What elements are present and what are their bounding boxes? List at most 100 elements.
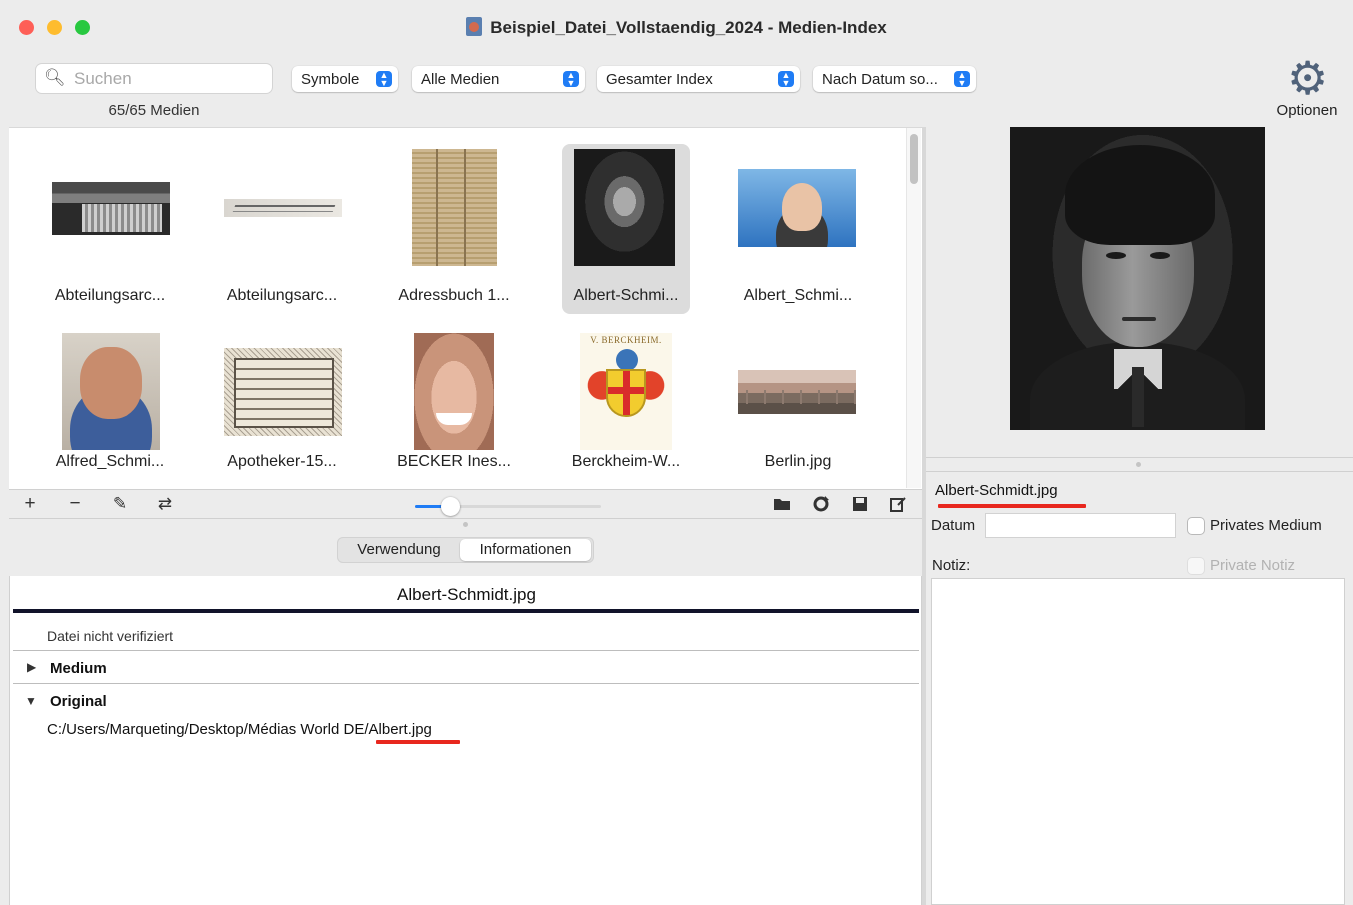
chevron-updown-icon: ▲ ▼ [954,71,970,88]
highlight-underline [376,740,460,744]
crest-shield [606,369,646,417]
save-icon [853,497,867,511]
media-item[interactable]: BECKER Ines... [390,328,518,498]
split-handle[interactable] [463,522,468,527]
city-photo-thumbnail [738,370,856,414]
media-count: 65/65 Medien [108,102,200,119]
thumbnail-size-slider-knob[interactable] [441,497,460,516]
divider [13,650,919,651]
sort-order-label: Nach Datum so... [822,71,938,88]
preview-eye [1150,252,1170,259]
search-field[interactable]: 🔍︎ [36,64,272,93]
media-item-label: Adressbuch 1... [398,287,510,304]
preview-splitter[interactable] [926,457,1353,472]
refresh-button[interactable] [811,494,831,514]
section-medium-title[interactable]: Medium [50,660,107,677]
verification-status: Datei nicht verifiziert [47,628,174,644]
index-scope-popup[interactable]: Gesamter Index ▲ ▼ [597,66,800,92]
options-button[interactable]: ⚙ Optionen [1267,54,1347,120]
media-item[interactable]: Berlin.jpg [734,328,862,498]
photo-thumbnail [738,169,856,247]
preview-tie [1132,367,1144,427]
chevron-updown-icon: ▲ ▼ [563,71,579,88]
gear-icon: ⚙ [1287,52,1329,104]
tab-information[interactable]: Informationen [460,539,591,561]
private-media-label: Privates Medium [1210,517,1322,534]
media-item-label: Apotheker-15... [227,453,337,470]
media-item[interactable]: Apotheker-15... [218,328,346,498]
original-path-prefix: C:/Users/Marqueting/Desktop/Médias World… [47,721,369,738]
open-folder-button[interactable] [772,494,792,514]
divider [13,683,919,684]
split-handle[interactable] [1136,462,1141,467]
export-button[interactable] [888,494,908,514]
preview-hair [1065,145,1215,245]
media-item-label: Abteilungsarc... [226,287,338,304]
media-item-label: Albert-Schmi... [573,287,679,304]
merge-media-button[interactable]: ⇄ [155,494,175,514]
options-label: Optionen [1276,102,1338,119]
search-input[interactable] [74,68,264,89]
private-note-label: Private Notiz [1210,557,1296,574]
chevron-updown-icon: ▲ ▼ [778,71,794,88]
engraving-thumbnail [224,348,342,436]
document-icon [466,17,483,36]
remove-media-button[interactable]: − [65,494,85,514]
view-mode-popup[interactable]: Symbole ▲ ▼ [292,66,398,92]
ledger-page-thumbnail [412,149,497,266]
disclosure-collapsed-icon[interactable]: ▶ [27,660,36,674]
media-item[interactable]: Abteilungsarc... [46,144,174,314]
media-item[interactable]: Abteilungsarc... [218,144,346,314]
date-label: Datum [931,517,976,534]
folder-icon [774,499,790,510]
media-item[interactable]: Alfred_Schmi... [46,328,174,498]
portrait-thumbnail [574,149,675,266]
export-icon [890,497,906,512]
chevron-updown-icon: ▲ ▼ [376,71,392,88]
media-item-label: Berlin.jpg [764,453,832,470]
image-preview [926,127,1353,457]
media-index-window: Beispiel_Datei_Vollstaendig_2024 - Medie… [0,0,1353,905]
portrait-preview-image [1010,127,1265,430]
info-tabs: Verwendung Informationen [337,537,594,563]
media-item[interactable]: Albert_Schmi... [734,144,862,314]
document-scan-thumbnail [52,182,170,235]
highlight-underline [938,504,1086,508]
media-item-label: Berckheim-W... [571,453,681,470]
section-original-title[interactable]: Original [50,693,107,710]
grid-scrollbar[interactable] [906,128,921,488]
preview-eye [1106,252,1126,259]
disclosure-expanded-icon[interactable]: ▼ [25,694,37,708]
media-filter-popup[interactable]: Alle Medien ▲ ▼ [412,66,585,92]
preview-mouth [1122,317,1156,321]
media-item-label: BECKER Ines... [397,453,511,470]
edit-media-button[interactable]: ✎ [110,494,130,514]
view-mode-label: Symbole [301,71,360,88]
media-item[interactable]: V. BERCKHEIM. Berckheim-W... [562,328,690,498]
divider [13,609,919,613]
crest-helm [616,349,638,371]
window-title-text: Beispiel_Datei_Vollstaendig_2024 - Medie… [490,18,887,37]
tab-usage[interactable]: Verwendung [340,539,458,561]
date-field[interactable] [985,513,1176,538]
title-bar: Beispiel_Datei_Vollstaendig_2024 - Medie… [0,0,1353,56]
private-note-checkbox[interactable] [1188,558,1204,574]
add-media-button[interactable]: + [20,494,40,514]
sort-order-popup[interactable]: Nach Datum so... ▲ ▼ [813,66,976,92]
media-item-selected[interactable]: Albert-Schmi... [562,144,690,314]
index-scope-label: Gesamter Index [606,71,713,88]
portrait-thumbnail [62,333,160,450]
crest-caption: V. BERCKHEIM. [590,335,662,345]
search-icon[interactable]: 🔍︎ [44,68,66,88]
private-media-checkbox[interactable] [1188,518,1204,534]
grid-scroll-thumb[interactable] [910,134,918,184]
thumbnail-size-slider[interactable] [415,497,601,516]
media-item-label: Alfred_Schmi... [55,453,165,470]
detail-filename: Albert-Schmidt.jpg [935,482,1058,499]
media-item-label: Albert_Schmi... [743,287,853,304]
media-item[interactable]: Adressbuch 1... [390,144,518,314]
refresh-icon [813,496,829,512]
save-button[interactable] [850,494,870,514]
note-textarea[interactable] [931,578,1345,905]
media-grid[interactable]: Abteilungsarc... Abteilungsarc... Adress… [9,127,922,489]
